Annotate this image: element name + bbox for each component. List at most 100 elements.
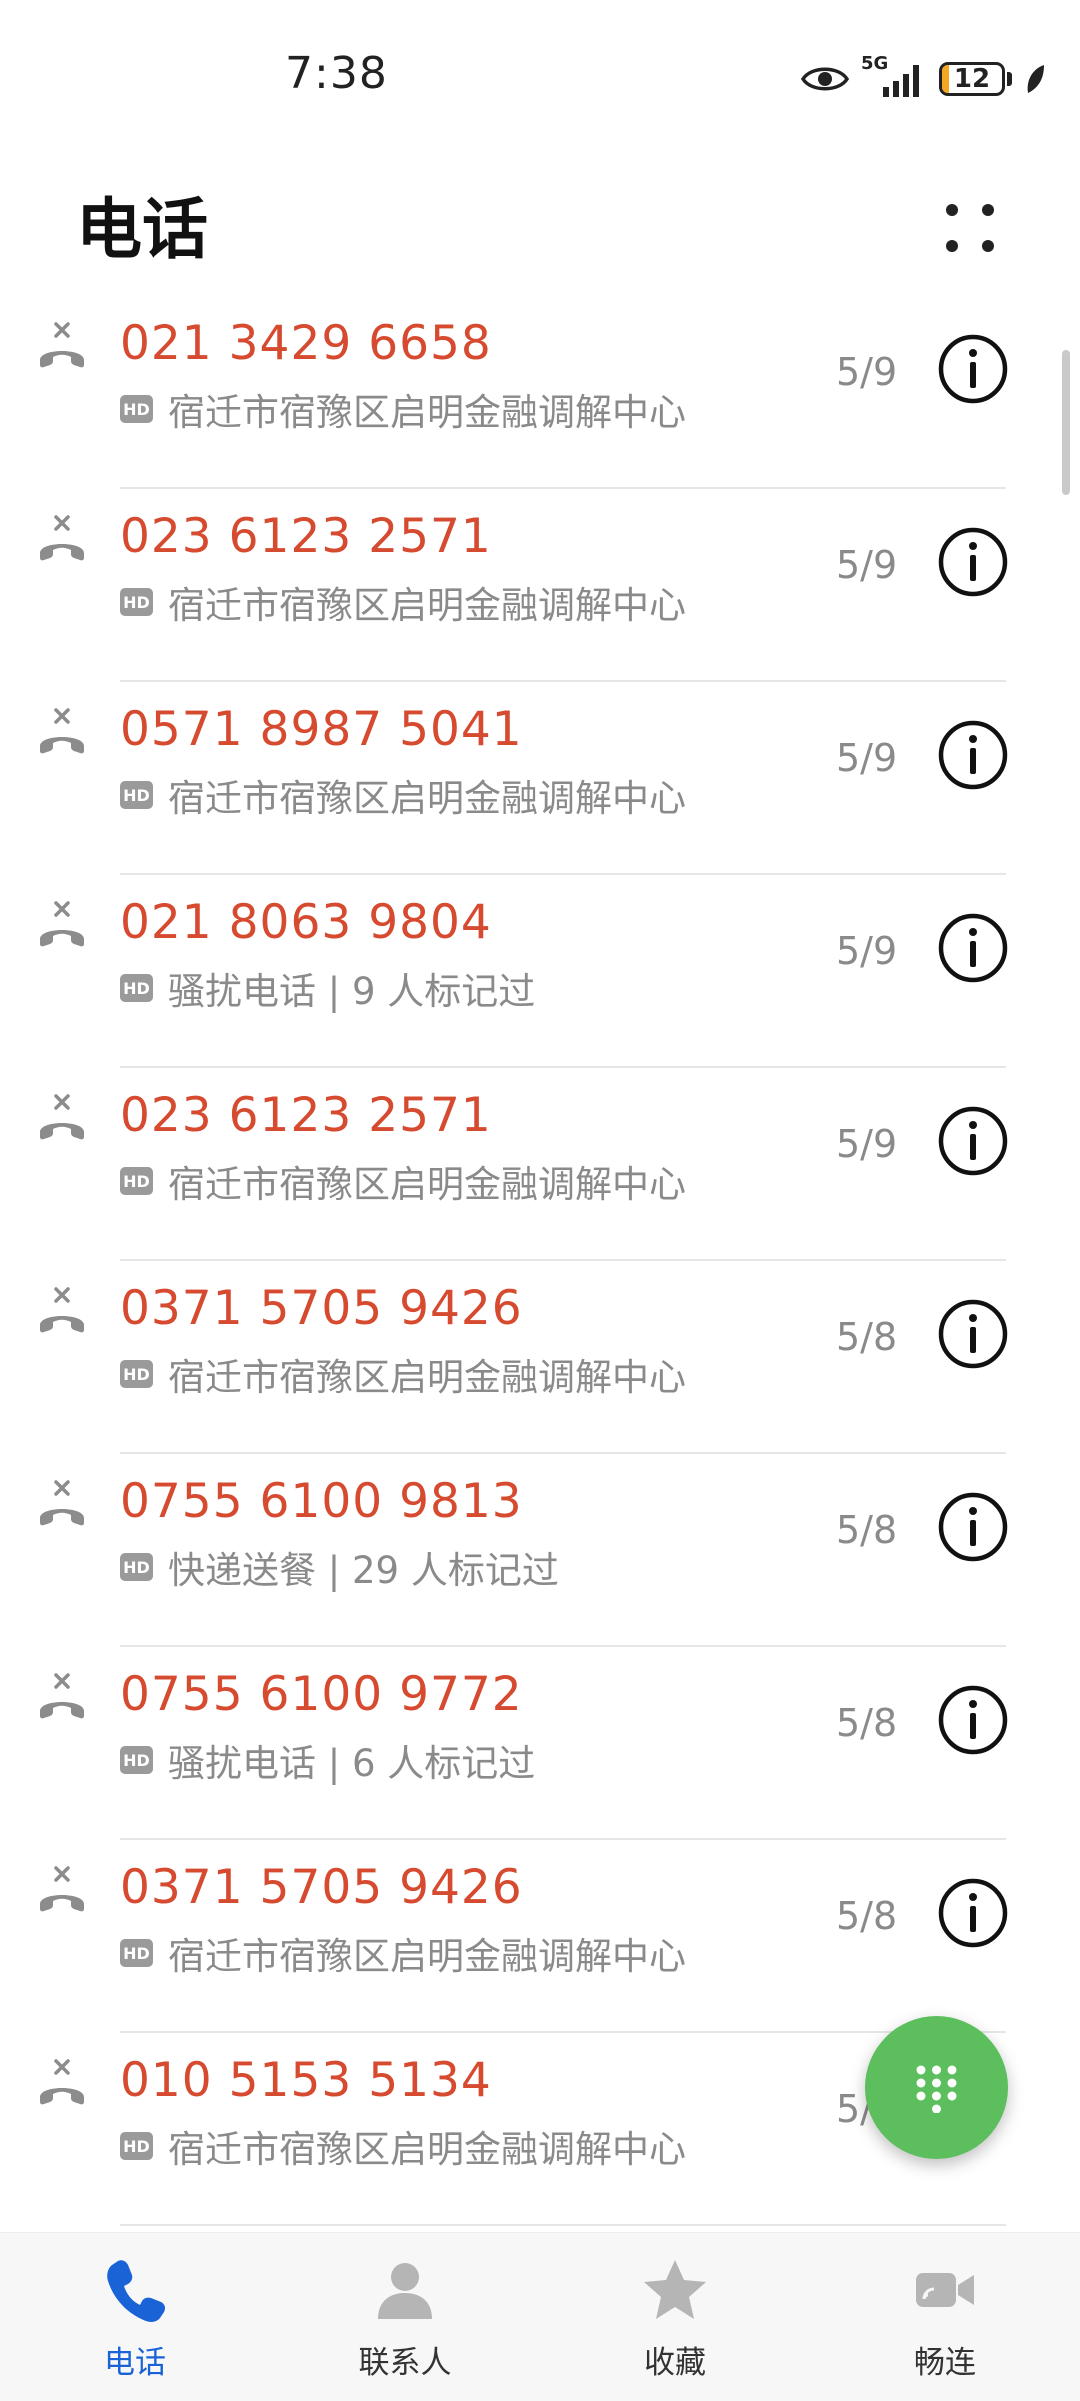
phone-icon <box>107 2260 165 2322</box>
hd-badge: HD <box>120 1746 153 1774</box>
call-log-row[interactable]: 021 3429 6658 HD 宿迁市宿豫区启明金融调解中心 5/9 <box>0 296 1080 489</box>
call-date: 5/8 <box>836 1508 898 1552</box>
missed-call-icon <box>34 2057 90 2113</box>
call-date: 5/9 <box>836 543 898 587</box>
hd-badge: HD <box>120 1360 153 1388</box>
missed-call-icon <box>34 320 90 376</box>
signal-icon: 5G <box>861 53 927 99</box>
video-call-icon <box>916 2273 974 2307</box>
missed-call-icon <box>34 706 90 762</box>
caller-label: 骚扰电话 | 6 人标记过 <box>168 1742 536 1785</box>
missed-call-icon <box>34 1864 90 1920</box>
call-log-row[interactable]: 0371 5705 9426 HD 宿迁市宿豫区启明金融调解中心 5/8 <box>0 1261 1080 1454</box>
status-bar: 7:38 5G 12 <box>0 0 1080 150</box>
info-icon <box>936 527 1010 603</box>
hd-badge: HD <box>120 1167 153 1195</box>
four-dots-icon <box>946 204 994 252</box>
call-subtitle: HD 骚扰电话 | 6 人标记过 <box>120 1733 535 1787</box>
call-subtitle: HD 骚扰电话 | 9 人标记过 <box>120 961 535 1015</box>
call-subtitle: HD 宿迁市宿豫区启明金融调解中心 <box>120 575 686 629</box>
info-button[interactable] <box>936 718 1010 792</box>
hd-badge: HD <box>120 588 153 616</box>
caller-label: 宿迁市宿豫区启明金融调解中心 <box>168 777 686 820</box>
leaf-icon <box>1027 65 1044 93</box>
info-button[interactable] <box>936 911 1010 985</box>
phone-number: 023 6123 2571 <box>120 509 492 564</box>
caller-label: 宿迁市宿豫区启明金融调解中心 <box>168 391 686 434</box>
hd-badge: HD <box>120 974 153 1002</box>
call-log-row[interactable]: 0571 8987 5041 HD 宿迁市宿豫区启明金融调解中心 5/9 <box>0 682 1080 875</box>
call-date: 5/8 <box>836 1894 898 1938</box>
caller-label: 骚扰电话 | 9 人标记过 <box>168 970 536 1013</box>
info-button[interactable] <box>936 1876 1010 1950</box>
info-button[interactable] <box>936 1490 1010 1564</box>
phone-number: 0571 8987 5041 <box>120 702 523 757</box>
nav-item-contacts[interactable]: 联系人 <box>270 2233 540 2401</box>
nav-label: 畅连 <box>914 2345 976 2381</box>
call-date: 5/9 <box>836 929 898 973</box>
missed-call-icon <box>34 899 90 955</box>
caller-label: 宿迁市宿豫区启明金融调解中心 <box>168 1163 686 1206</box>
info-icon <box>936 720 1010 796</box>
missed-call-icon <box>34 1478 90 1534</box>
nav-label: 电话 <box>104 2345 166 2381</box>
info-icon <box>936 913 1010 989</box>
call-subtitle: HD 宿迁市宿豫区启明金融调解中心 <box>120 382 686 436</box>
info-icon <box>936 1685 1010 1761</box>
call-subtitle: HD 宿迁市宿豫区启明金融调解中心 <box>120 768 686 822</box>
info-button[interactable] <box>936 1683 1010 1757</box>
phone-number: 0371 5705 9426 <box>120 1281 523 1336</box>
call-log-row[interactable]: 0371 5705 9426 HD 宿迁市宿豫区启明金融调解中心 5/8 <box>0 1840 1080 2033</box>
phone-number: 021 3429 6658 <box>120 316 492 371</box>
call-date: 5/9 <box>836 736 898 780</box>
missed-call-icon <box>34 1092 90 1148</box>
nav-label: 收藏 <box>644 2345 706 2381</box>
call-date: 5/9 <box>836 350 898 394</box>
caller-label: 宿迁市宿豫区启明金融调解中心 <box>168 2128 686 2171</box>
nav-label: 联系人 <box>358 2345 452 2381</box>
hd-badge: HD <box>120 2132 153 2160</box>
row-divider <box>120 2224 1006 2226</box>
call-date: 5/8 <box>836 1315 898 1359</box>
call-log-row[interactable]: 0755 6100 9813 HD 快递送餐 | 29 人标记过 5/8 <box>0 1454 1080 1647</box>
phone-number: 010 5153 5134 <box>120 2053 492 2108</box>
phone-number: 0755 6100 9813 <box>120 1474 523 1529</box>
header: 电话 <box>0 150 1080 290</box>
scrollbar[interactable] <box>1062 350 1070 495</box>
status-time: 7:38 <box>285 48 388 99</box>
battery-icon: 12 <box>939 62 1005 96</box>
phone-number: 023 6123 2571 <box>120 1088 492 1143</box>
info-button[interactable] <box>936 1104 1010 1178</box>
nav-item-meetime[interactable]: 畅连 <box>810 2233 1080 2401</box>
hd-badge: HD <box>120 395 153 423</box>
call-date: 5/8 <box>836 1701 898 1745</box>
call-subtitle: HD 宿迁市宿豫区启明金融调解中心 <box>120 1347 686 1401</box>
call-log-row[interactable]: 0755 6100 9772 HD 骚扰电话 | 6 人标记过 5/8 <box>0 1647 1080 1840</box>
info-icon <box>936 334 1010 410</box>
nav-item-favorites[interactable]: 收藏 <box>540 2233 810 2401</box>
caller-label: 宿迁市宿豫区启明金融调解中心 <box>168 1935 686 1978</box>
page-title: 电话 <box>76 191 208 268</box>
dialpad-button[interactable] <box>865 2016 1008 2159</box>
call-subtitle: HD 宿迁市宿豫区启明金融调解中心 <box>120 1154 686 1208</box>
missed-call-icon <box>34 513 90 569</box>
info-button[interactable] <box>936 1297 1010 1371</box>
more-options-button[interactable] <box>930 188 1010 268</box>
call-date: 5/9 <box>836 1122 898 1166</box>
info-button[interactable] <box>936 332 1010 406</box>
nav-item-phone[interactable]: 电话 <box>0 2233 270 2401</box>
eye-icon <box>801 67 849 91</box>
hd-badge: HD <box>120 1553 153 1581</box>
hd-badge: HD <box>120 1939 153 1967</box>
phone-number: 0755 6100 9772 <box>120 1667 523 1722</box>
call-log-row[interactable]: 021 8063 9804 HD 骚扰电话 | 9 人标记过 5/9 <box>0 875 1080 1068</box>
info-icon <box>936 1878 1010 1954</box>
call-log-row[interactable]: 023 6123 2571 HD 宿迁市宿豫区启明金融调解中心 5/9 <box>0 1068 1080 1261</box>
info-icon <box>936 1106 1010 1182</box>
info-button[interactable] <box>936 525 1010 599</box>
dialpad-icon <box>916 2065 957 2113</box>
call-subtitle: HD 宿迁市宿豫区启明金融调解中心 <box>120 1926 686 1980</box>
call-subtitle: HD 快递送餐 | 29 人标记过 <box>120 1540 559 1594</box>
call-list[interactable]: 021 3429 6658 HD 宿迁市宿豫区启明金融调解中心 5/9 023 6123… <box>0 296 1080 2226</box>
call-log-row[interactable]: 023 6123 2571 HD 宿迁市宿豫区启明金融调解中心 5/9 <box>0 489 1080 682</box>
